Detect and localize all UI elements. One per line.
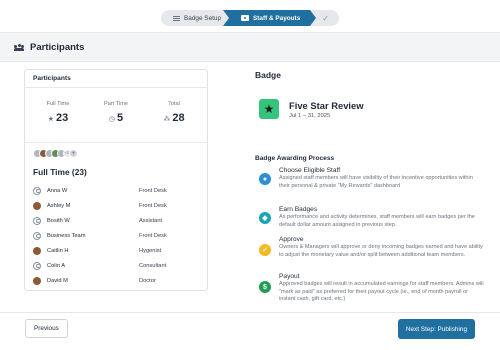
staff-role: Consultant [139, 262, 167, 269]
step-badge-setup[interactable]: Badge Setup [161, 10, 229, 26]
trophy-icon: ◆ [259, 212, 271, 224]
stat-total: Total ⁂ 28 [145, 101, 203, 142]
stat-label: Total [168, 101, 180, 107]
staff-row[interactable]: David M Doctor [25, 273, 207, 288]
users-icon [14, 43, 24, 51]
staff-row[interactable]: Anna W Front Desk [25, 183, 207, 198]
avatar [33, 246, 41, 255]
staff-list: Anna W Front Desk Ashley M Front Desk Bosith… [25, 183, 207, 288]
participant-stats: Full Time ★ 23 Part Time ◷ 5 Total ⁂ 28 [25, 88, 207, 143]
process-heading: Badge Awarding Process [255, 155, 335, 162]
staff-row[interactable]: Caitlin H Hygenist [25, 243, 207, 258]
step-description: Approved badges will result in accumulat… [279, 281, 484, 303]
staff-name: Bosith W [47, 217, 70, 224]
staff-row[interactable]: Ashley M Front Desk [25, 198, 207, 213]
step-label: Staff & Payouts [253, 14, 301, 22]
step-description: Assigned staff members will have visibil… [279, 175, 473, 189]
avatar [33, 186, 41, 195]
stat-label: Full Time [46, 101, 70, 107]
staff-role: Front Desk [139, 202, 167, 209]
check-icon: ✓ [322, 13, 329, 23]
panel-title: Participants [25, 70, 207, 88]
stat-value: ⁂ 28 [163, 112, 185, 124]
step-description: Owners & Managers will approve or deny i… [279, 244, 483, 258]
staff-name: Caitlin H [47, 247, 69, 254]
star-icon: ★ [47, 116, 55, 123]
previous-button[interactable]: Previous [25, 319, 68, 338]
staff-role: Assistant [139, 217, 163, 224]
staff-role: Doctor [139, 277, 156, 284]
users-icon: ● [259, 173, 271, 185]
process-step-approve: ✓ Approve Owners & Managers will approve… [259, 236, 484, 259]
staff-name: Colin A [47, 262, 66, 269]
dollar-icon: $ [259, 281, 271, 293]
badge-name: Five Star Review [289, 99, 364, 111]
check-icon: ✓ [259, 244, 271, 256]
star-icon: ★ [259, 99, 279, 119]
clock-icon: ◷ [108, 116, 115, 123]
participants-panel: Participants Full Time ★ 23 Part Time ◷ 5 … [24, 69, 208, 291]
stepper-bar: Badge Setup Staff & Payouts ✓ [161, 10, 339, 26]
add-participant-icon[interactable]: + [69, 148, 78, 158]
list-icon [173, 15, 181, 21]
avatar [33, 216, 41, 225]
staff-role: Front Desk [139, 187, 167, 194]
badge-dates: Jul 1 – 31, 2025 [289, 112, 331, 119]
wizard-stepper: Badge Setup Staff & Payouts ✓ [0, 10, 500, 26]
staff-name: Ashley M [47, 202, 71, 209]
page-title: Participants [30, 41, 85, 53]
step-description: As performance and activity determines, … [279, 214, 475, 228]
section-header: Participants [0, 32, 500, 62]
staff-row[interactable]: Colin A Consultant [25, 258, 207, 273]
staff-name: David M [47, 277, 68, 284]
staff-role: Front Desk [139, 232, 167, 239]
staff-name: Business Team [47, 232, 86, 239]
badge-card: ★ Five Star Review Jul 1 – 31, 2025 [255, 86, 475, 132]
process-step-earn: ◆ Earn Badges As performance and activit… [259, 206, 484, 229]
avatar [33, 261, 41, 270]
stat-value: ★ 23 [47, 112, 69, 124]
badge-heading: Badge [255, 70, 281, 80]
money-icon [241, 15, 250, 21]
avatar [33, 201, 41, 210]
staff-name: Anna W [47, 187, 68, 194]
avatar-stack[interactable]: +22 + [25, 143, 207, 163]
step-title: Earn Badges [279, 206, 318, 213]
next-step-button[interactable]: Next Step: Publishing [397, 319, 475, 339]
process-step-choose: ● Choose Eligible Staff Assigned staff m… [259, 167, 484, 190]
stat-label: Part Time [104, 101, 128, 107]
footer-bar: Previous Next Step: Publishing [0, 312, 500, 350]
staff-role: Hygenist [139, 247, 162, 254]
step-staff-payouts[interactable]: Staff & Payouts [222, 10, 317, 26]
step-title: Choose Eligible Staff [279, 167, 341, 174]
group-title: Full Time (23) [33, 167, 87, 177]
step-label: Badge Setup [184, 14, 222, 22]
stat-value: ◷ 5 [108, 112, 124, 124]
stat-full-time: Full Time ★ 23 [29, 101, 87, 142]
step-title: Payout [279, 273, 300, 280]
avatar [33, 276, 41, 285]
step-title: Approve [279, 236, 304, 243]
process-step-payout: $ Payout Approved badges will result in … [259, 273, 484, 304]
staff-row[interactable]: Business Team Front Desk [25, 228, 207, 243]
stat-part-time: Part Time ◷ 5 [87, 101, 145, 142]
avatar [33, 231, 41, 240]
staff-row[interactable]: Bosith W Assistant [25, 213, 207, 228]
group-icon: ⁂ [163, 116, 171, 123]
